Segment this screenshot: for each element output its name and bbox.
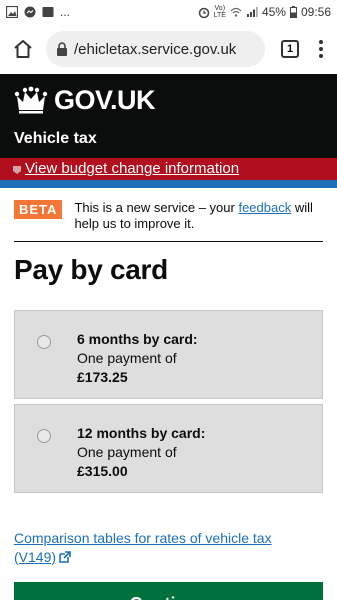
radio-button[interactable] (37, 429, 51, 443)
continue-button[interactable]: Continue (14, 582, 323, 600)
url-text: /ehicletax.service.gov.uk (74, 40, 237, 58)
govuk-logo-link[interactable]: GOV.UK (14, 74, 323, 122)
phase-banner-text: This is a new service – your feedback wi… (74, 200, 323, 232)
external-link-icon (59, 551, 71, 563)
option-description: One payment of (77, 444, 177, 460)
service-name[interactable]: Vehicle tax (14, 122, 323, 148)
shield-icon (13, 166, 21, 174)
lte-label: LTE (213, 12, 226, 19)
lock-icon (57, 42, 67, 56)
address-bar[interactable]: /ehicletax.service.gov.uk (46, 31, 265, 67)
option-amount: £173.25 (77, 369, 128, 385)
alarm-icon (198, 7, 209, 18)
option-label[interactable]: 6 months by card: One payment of £173.25 (77, 330, 198, 387)
kebab-dot (319, 54, 323, 58)
clock: 09:56 (300, 5, 331, 19)
radio-button[interactable] (37, 335, 51, 349)
payment-option-12-months[interactable]: 12 months by card: One payment of £315.0… (14, 404, 323, 493)
option-amount: £315.00 (77, 463, 128, 479)
budget-banner: View budget change information (0, 158, 337, 180)
more-notifications: ... (60, 5, 71, 19)
comparison-tables-link[interactable]: Comparison tables for rates of vehicle t… (14, 530, 272, 565)
phase-banner: BETA This is a new service – your feedba… (14, 200, 323, 242)
option-description: One payment of (77, 350, 177, 366)
tab-switcher-button[interactable]: 1 (281, 40, 299, 58)
banner-blue-stripe (0, 180, 337, 188)
kebab-dot (319, 47, 323, 51)
crown-icon (14, 86, 48, 114)
notification-icon (42, 7, 54, 17)
volte-label: Vo) (214, 5, 226, 12)
feedback-link[interactable]: feedback (238, 200, 291, 215)
option-title: 12 months by card: (77, 425, 206, 441)
home-icon (14, 40, 32, 58)
budget-change-link[interactable]: View budget change information (25, 160, 239, 177)
battery-percent: 45% (261, 5, 286, 19)
payment-option-6-months[interactable]: 6 months by card: One payment of £173.25 (14, 310, 323, 399)
beta-tag: BETA (14, 200, 63, 219)
page-title: Pay by card (14, 254, 168, 285)
option-title: 6 months by card: (77, 331, 198, 347)
browser-toolbar: /ehicletax.service.gov.uk 1 (0, 24, 337, 74)
gallery-icon (6, 6, 18, 18)
home-button[interactable] (12, 38, 34, 60)
signal-icon (246, 7, 258, 17)
status-bar-left: ... (6, 5, 70, 19)
kebab-dot (319, 40, 323, 44)
volte-indicator: Vo) LTE (214, 5, 226, 19)
comparison-link-container: Comparison tables for rates of vehicle t… (14, 529, 314, 567)
option-label[interactable]: 12 months by card: One payment of £315.0… (77, 424, 205, 481)
govuk-logotype: GOV.UK (54, 84, 156, 115)
battery-icon (289, 6, 297, 18)
status-bar: ... Vo) LTE 45% 09:56 (0, 0, 337, 24)
status-bar-right: Vo) LTE 45% 09:56 (198, 5, 331, 19)
menu-button[interactable] (311, 40, 331, 58)
govuk-header: GOV.UK Vehicle tax (0, 74, 337, 158)
phase-text-before: This is a new service – your (74, 200, 239, 215)
messenger-icon (24, 6, 36, 18)
wifi-icon (230, 7, 242, 17)
